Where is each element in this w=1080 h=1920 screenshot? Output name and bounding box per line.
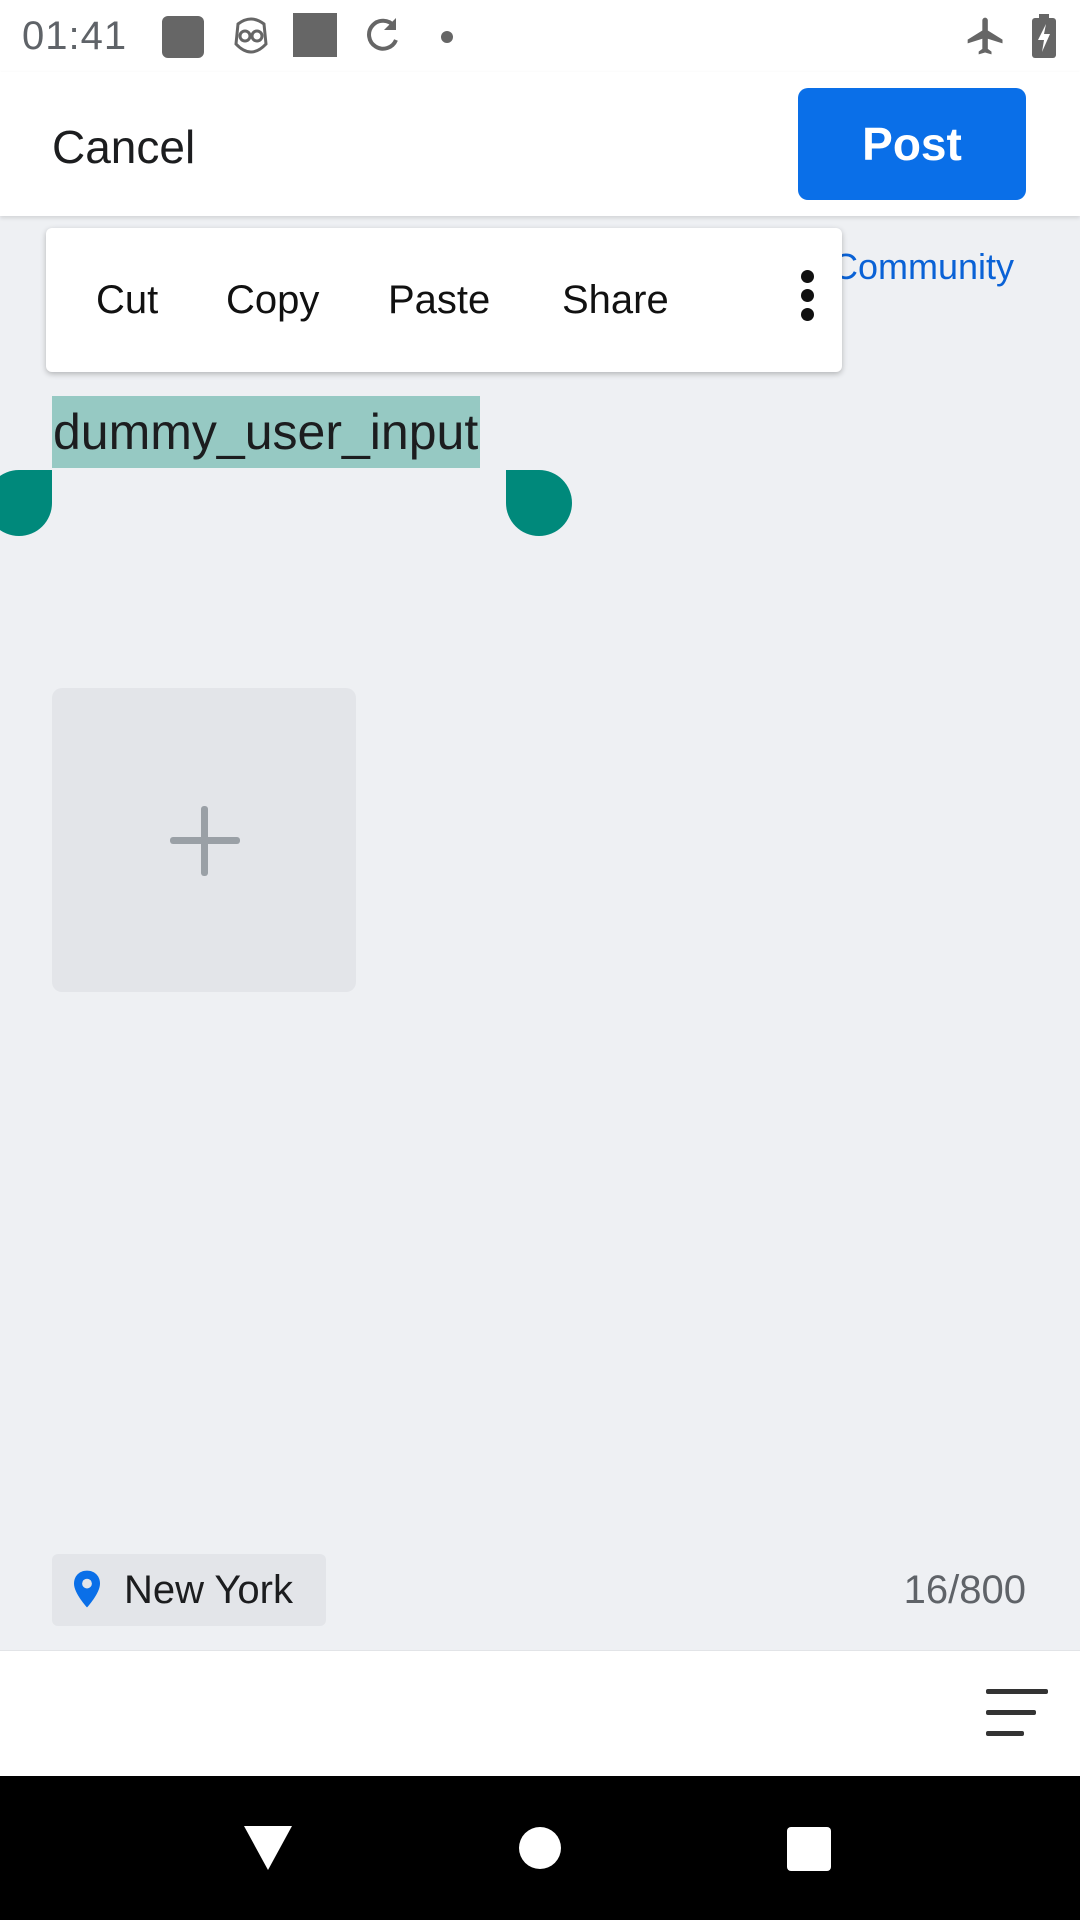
status-time: 01:41 (22, 14, 128, 58)
location-label: New York (124, 1568, 293, 1612)
home-icon[interactable] (518, 1826, 562, 1875)
community-link[interactable]: Community (832, 246, 1014, 288)
copy-menu-item[interactable]: Copy (226, 278, 319, 323)
location-pin-icon (74, 1570, 100, 1608)
post-button[interactable]: Post (798, 88, 1026, 200)
sync-icon (362, 16, 402, 61)
post-text-input[interactable]: dummy_user_input (52, 396, 481, 468)
square-app-icon (292, 12, 338, 63)
back-icon[interactable] (242, 1824, 294, 1877)
add-photo-button[interactable] (52, 688, 356, 992)
share-menu-item[interactable]: Share (562, 278, 669, 323)
top-app-bar: Cancel Post (0, 72, 1080, 216)
cut-menu-item[interactable]: Cut (96, 278, 158, 323)
bottom-toolbar (0, 1650, 1080, 1777)
owl-icon (232, 14, 270, 65)
airplane-mode-icon (964, 14, 1008, 63)
selection-handle-end[interactable] (506, 470, 572, 536)
text-selection-menu: Cut Copy Paste Share (46, 228, 842, 372)
cancel-button[interactable]: Cancel (52, 120, 195, 174)
location-chip[interactable]: New York (52, 1554, 326, 1626)
menu-icon[interactable] (986, 1689, 1048, 1752)
recents-icon[interactable] (786, 1826, 832, 1877)
selection-handle-start[interactable] (0, 470, 52, 536)
status-bar: 01:41 (0, 0, 1080, 72)
square-app-icon (160, 14, 206, 65)
paste-menu-item[interactable]: Paste (388, 278, 490, 323)
system-navigation-bar (0, 1776, 1080, 1920)
character-counter: 16/800 (903, 1568, 1026, 1612)
battery-charging-icon (1030, 14, 1058, 63)
dot-icon (440, 30, 454, 49)
more-vertical-icon[interactable] (792, 270, 822, 330)
